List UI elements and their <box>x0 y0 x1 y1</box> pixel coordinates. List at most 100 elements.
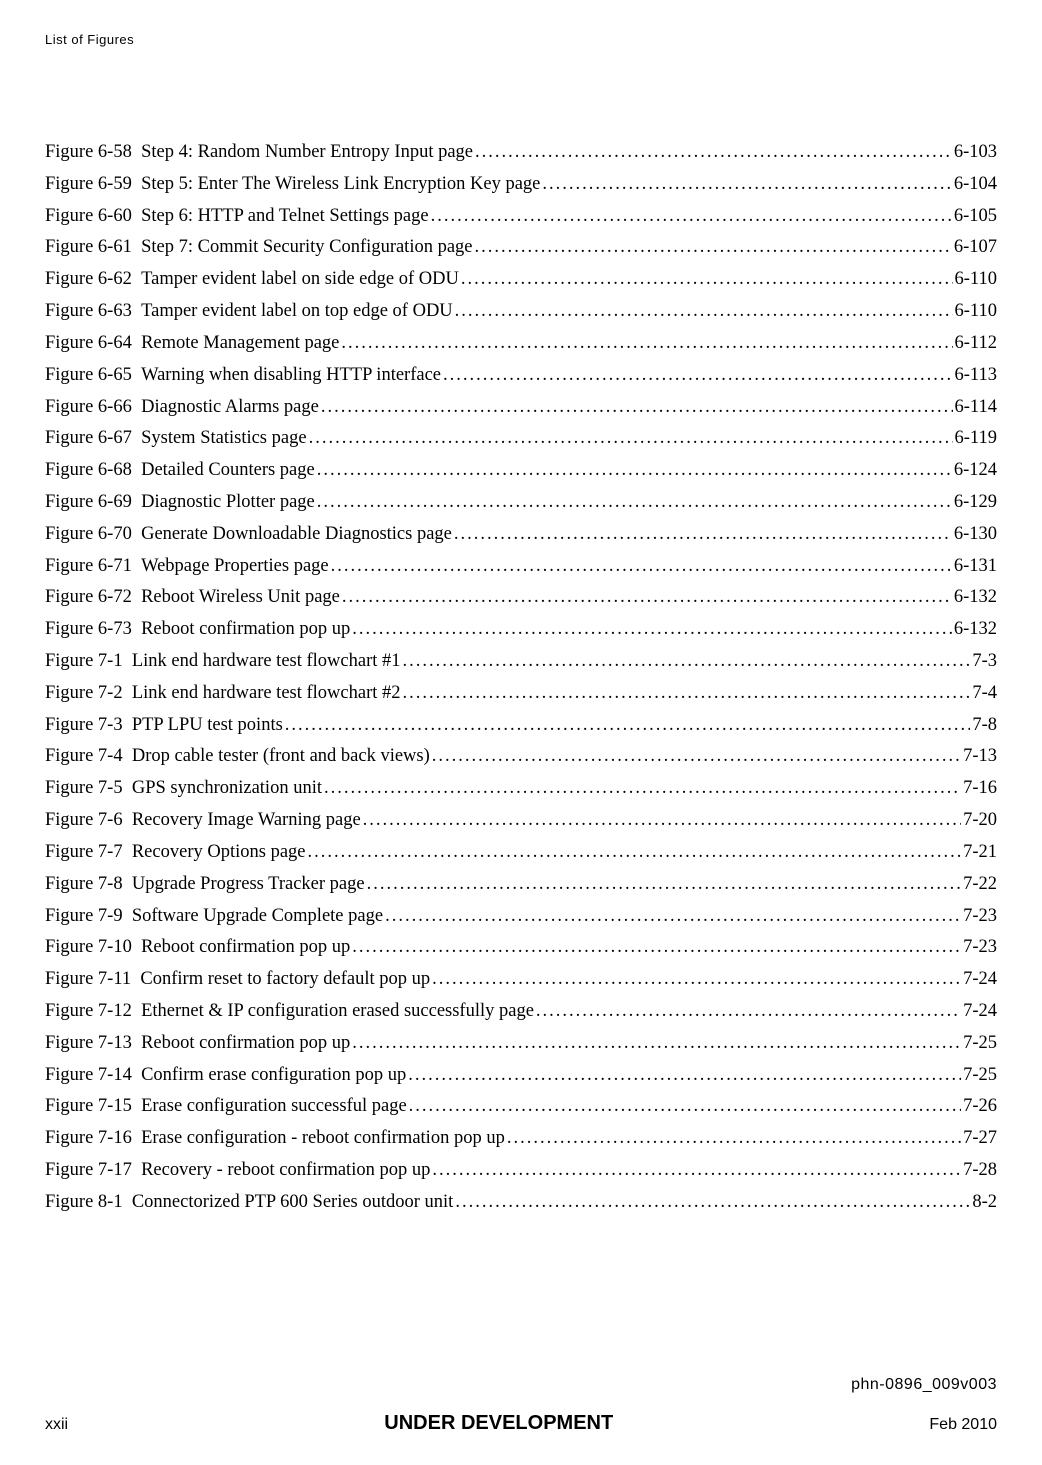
figure-page: 6-104 <box>954 169 997 201</box>
leader-dots <box>341 328 952 360</box>
figure-entries: Figure 6-58 Step 4: Random Number Entrop… <box>45 137 997 1219</box>
leader-dots <box>317 455 952 487</box>
figure-page: 6-105 <box>954 201 997 233</box>
figure-page: 6-110 <box>955 264 997 296</box>
figure-entry: Figure 6-63 Tamper evident label on top … <box>45 296 997 328</box>
figure-label: Figure 7-16 <box>45 1123 141 1155</box>
leader-dots <box>475 137 952 169</box>
figure-entry: Figure 6-71 Webpage Properties page6-131 <box>45 551 997 583</box>
figure-page: 8-2 <box>972 1187 997 1219</box>
figure-entry: Figure 6-60 Step 6: HTTP and Telnet Sett… <box>45 201 997 233</box>
figure-page: 6-107 <box>954 232 997 264</box>
figure-title: Software Upgrade Complete page <box>132 901 383 933</box>
leader-dots <box>352 614 952 646</box>
figure-entry: Figure 8-1 Connectorized PTP 600 Series … <box>45 1187 997 1219</box>
figure-title: Reboot confirmation pop up <box>141 614 350 646</box>
figure-entry: Figure 6-67 System Statistics page6-119 <box>45 423 997 455</box>
figure-title: Tamper evident label on top edge of ODU <box>141 296 453 328</box>
leader-dots <box>454 519 952 551</box>
figure-page: 7-23 <box>963 932 997 964</box>
figure-page: 7-20 <box>963 805 997 837</box>
footer-page-number: xxii <box>45 1416 68 1434</box>
figure-page: 6-129 <box>954 487 997 519</box>
leader-dots <box>309 423 953 455</box>
figure-entry: Figure 7-13 Reboot confirmation pop up7-… <box>45 1028 997 1060</box>
figure-label: Figure 6-65 <box>45 360 141 392</box>
figure-page: 7-24 <box>963 964 997 996</box>
figure-entry: Figure 7-10 Reboot confirmation pop up7-… <box>45 932 997 964</box>
figure-label: Figure 6-72 <box>45 582 141 614</box>
figure-entry: Figure 7-7 Recovery Options page7-21 <box>45 837 997 869</box>
figure-page: 7-3 <box>972 646 997 678</box>
figure-page: 7-8 <box>972 710 997 742</box>
figure-page: 7-4 <box>972 678 997 710</box>
leader-dots <box>432 741 961 773</box>
footer-row: xxii UNDER DEVELOPMENT Feb 2010 <box>45 1412 997 1435</box>
leader-dots <box>536 996 961 1028</box>
figure-page: 7-21 <box>963 837 997 869</box>
footer-date: Feb 2010 <box>929 1416 997 1434</box>
figure-title: Recovery - reboot confirmation pop up <box>141 1155 430 1187</box>
leader-dots <box>432 964 961 996</box>
figure-title: System Statistics page <box>141 423 306 455</box>
leader-dots <box>408 1060 961 1092</box>
figure-page: 6-119 <box>955 423 997 455</box>
leader-dots <box>409 1091 961 1123</box>
figure-entry: Figure 7-9 Software Upgrade Complete pag… <box>45 901 997 933</box>
figure-entry: Figure 7-4 Drop cable tester (front and … <box>45 741 997 773</box>
figure-page: 6-112 <box>955 328 997 360</box>
figure-page: 6-124 <box>954 455 997 487</box>
leader-dots <box>403 678 971 710</box>
figure-label: Figure 6-62 <box>45 264 141 296</box>
figure-page: 6-103 <box>954 137 997 169</box>
figure-label: Figure 6-59 <box>45 169 141 201</box>
figure-title: Recovery Image Warning page <box>132 805 361 837</box>
leader-dots <box>285 710 971 742</box>
figure-label: Figure 7-15 <box>45 1091 141 1123</box>
figure-entry: Figure 7-5 GPS synchronization unit7-16 <box>45 773 997 805</box>
leader-dots <box>475 232 952 264</box>
figure-page: 6-131 <box>954 551 997 583</box>
leader-dots <box>432 1155 961 1187</box>
figure-title: Confirm reset to factory default pop up <box>140 964 430 996</box>
figure-label: Figure 6-73 <box>45 614 141 646</box>
page-footer: phn-0896_009v003 xxii UNDER DEVELOPMENT … <box>45 1376 997 1435</box>
figure-title: GPS synchronization unit <box>132 773 322 805</box>
figure-entry: Figure 6-73 Reboot confirmation pop up 6-… <box>45 614 997 646</box>
figure-page: 7-25 <box>963 1060 997 1092</box>
figure-title: Detailed Counters page <box>141 455 315 487</box>
figure-title: Warning when disabling HTTP interface <box>141 360 441 392</box>
figure-entry: Figure 7-16 Erase configuration - reboot… <box>45 1123 997 1155</box>
figure-entry: Figure 7-1 Link end hardware test flowch… <box>45 646 997 678</box>
leader-dots <box>317 487 952 519</box>
figure-label: Figure 6-69 <box>45 487 141 519</box>
figure-title: PTP LPU test points <box>132 710 283 742</box>
figure-page: 7-26 <box>963 1091 997 1123</box>
figure-label: Figure 6-70 <box>45 519 141 551</box>
figure-entry: Figure 6-69 Diagnostic Plotter page6-129 <box>45 487 997 519</box>
figure-title: Remote Management page <box>141 328 339 360</box>
figure-entry: Figure 7-17 Recovery - reboot confirmati… <box>45 1155 997 1187</box>
figure-title: Step 4: Random Number Entropy Input page <box>141 137 473 169</box>
figure-label: Figure 7-1 <box>45 646 132 678</box>
figure-entry: Figure 6-61 Step 7: Commit Security Conf… <box>45 232 997 264</box>
leader-dots <box>542 169 951 201</box>
figure-label: Figure 6-71 <box>45 551 141 583</box>
figure-label: Figure 6-58 <box>45 137 141 169</box>
figure-page: 7-13 <box>963 741 997 773</box>
figure-label: Figure 7-7 <box>45 837 132 869</box>
footer-status: UNDER DEVELOPMENT <box>384 1412 613 1435</box>
figure-page: 6-132 <box>954 614 997 646</box>
figure-page: 6-110 <box>955 296 997 328</box>
figure-label: Figure 6-61 <box>45 232 141 264</box>
figure-label: Figure 7-2 <box>45 678 132 710</box>
figure-label: Figure 7-8 <box>45 869 132 901</box>
figure-entry: Figure 6-64 Remote Management page6-112 <box>45 328 997 360</box>
figure-page: 6-113 <box>955 360 997 392</box>
figure-label: Figure 7-12 <box>45 996 141 1028</box>
leader-dots <box>352 1028 961 1060</box>
figure-title: Generate Downloadable Diagnostics page <box>141 519 452 551</box>
figure-title: Upgrade Progress Tracker page <box>132 869 365 901</box>
figure-title: Drop cable tester (front and back views) <box>132 741 430 773</box>
figure-page: 6-114 <box>955 392 997 424</box>
